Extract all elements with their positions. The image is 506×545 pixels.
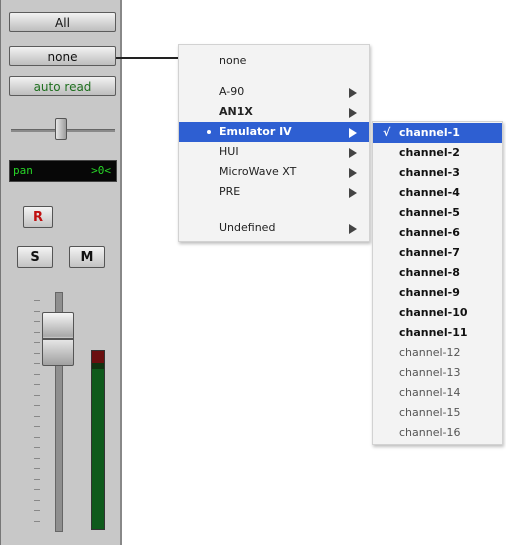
submenu-item-channel[interactable]: √ channel-1 — [373, 123, 502, 143]
submenu-arrow-icon — [349, 224, 357, 234]
submenu-item-label: channel-5 — [399, 206, 460, 219]
submenu-item-channel[interactable]: channel-5 — [373, 203, 502, 223]
fader-scale-tick — [34, 520, 40, 522]
fader-scale-tick — [34, 342, 40, 343]
fader-scale-tick — [34, 499, 40, 501]
submenu-item-channel[interactable]: channel-3 — [373, 163, 502, 183]
menu-item-an1x[interactable]: AN1X — [179, 102, 369, 122]
fader-scale-tick — [34, 384, 40, 385]
automation-mode-button[interactable]: auto read — [9, 76, 116, 96]
submenu-item-channel[interactable]: channel-10 — [373, 303, 502, 323]
submenu-item-label: channel-2 — [399, 146, 460, 159]
submenu-item-label: channel-3 — [399, 166, 460, 179]
pan-label: pan — [13, 164, 33, 177]
fader-scale-tick — [34, 436, 40, 438]
submenu-arrow-icon — [349, 108, 357, 118]
channel-strip: All none auto read pan >0< R S M — [0, 0, 122, 545]
submenu-item-channel[interactable]: channel-4 — [373, 183, 502, 203]
submenu-item-label: channel-4 — [399, 186, 460, 199]
pan-value: >0< — [91, 164, 111, 177]
fader-scale-tick — [34, 489, 40, 490]
fader-scale-tick — [34, 321, 40, 322]
level-meter — [91, 350, 105, 530]
submenu-item-label: channel-12 — [399, 346, 461, 359]
submenu-item-channel[interactable]: channel-16 — [373, 423, 502, 443]
fader-scale-tick — [34, 300, 40, 301]
menu-item-pre[interactable]: PRE — [179, 182, 369, 202]
fader-scale-tick — [34, 352, 40, 354]
submenu-item-label: channel-7 — [399, 246, 460, 259]
submenu-item-channel[interactable]: channel-12 — [373, 343, 502, 363]
clip-indicator — [92, 351, 104, 363]
midi-output-menu: none A-90 AN1X Emulator IV HUI MicroWave… — [178, 44, 370, 242]
submenu-arrow-icon — [349, 88, 357, 98]
mute-button[interactable]: M — [69, 246, 105, 268]
submenu-item-label: channel-10 — [399, 306, 468, 319]
pan-slider-knob[interactable] — [55, 118, 67, 140]
selected-dot-icon — [207, 130, 211, 134]
fader-scale-tick — [34, 394, 40, 396]
submenu-item-label: channel-11 — [399, 326, 468, 339]
submenu-item-label: channel-16 — [399, 426, 461, 439]
submenu-item-channel[interactable]: channel-14 — [373, 383, 502, 403]
level-meter-fill — [92, 369, 104, 529]
channel-submenu: √ channel-1 channel-2 channel-3 channel-4 cha… — [372, 121, 503, 445]
submenu-item-channel[interactable]: channel-13 — [373, 363, 502, 383]
submenu-item-label: channel-15 — [399, 406, 461, 419]
fader-scale-tick — [34, 363, 40, 364]
submenu-item-label: channel-1 — [399, 126, 460, 139]
submenu-item-channel[interactable]: channel-8 — [373, 263, 502, 283]
submenu-arrow-icon — [349, 188, 357, 198]
submenu-item-channel[interactable]: channel-7 — [373, 243, 502, 263]
submenu-item-channel[interactable]: channel-11 — [373, 323, 502, 343]
checkmark-icon: √ — [383, 126, 391, 139]
menu-item-none[interactable]: none — [179, 51, 369, 71]
volume-fader-handle[interactable] — [42, 312, 74, 366]
submenu-item-label: channel-14 — [399, 386, 461, 399]
fader-scale-tick — [34, 331, 40, 333]
submenu-item-channel[interactable]: channel-15 — [373, 403, 502, 423]
fader-scale-tick — [34, 510, 40, 511]
submenu-item-label: channel-6 — [399, 226, 460, 239]
fader-scale-tick — [34, 447, 40, 448]
menu-item-emulator-iv[interactable]: Emulator IV — [179, 122, 369, 142]
fader-scale-tick — [34, 426, 40, 427]
fader-scale-tick — [34, 373, 40, 375]
submenu-item-channel[interactable]: channel-6 — [373, 223, 502, 243]
menu-item-hui[interactable]: HUI — [179, 142, 369, 162]
menu-item-microwave-xt[interactable]: MicroWave XT — [179, 162, 369, 182]
menu-item-a-90[interactable]: A-90 — [179, 82, 369, 102]
fader-scale-tick — [34, 310, 40, 312]
submenu-item-label: channel-9 — [399, 286, 460, 299]
menu-item-undefined[interactable]: Undefined — [179, 218, 369, 238]
submenu-arrow-icon — [349, 168, 357, 178]
fader-scale-tick — [34, 415, 40, 417]
submenu-item-label: channel-8 — [399, 266, 460, 279]
midi-output-selector[interactable]: none — [9, 46, 116, 66]
submenu-item-channel[interactable]: channel-2 — [373, 143, 502, 163]
submenu-arrow-icon — [349, 128, 357, 138]
pan-display: pan >0< — [9, 160, 117, 182]
all-button[interactable]: All — [9, 12, 116, 32]
fader-scale-tick — [34, 478, 40, 480]
submenu-arrow-icon — [349, 148, 357, 158]
fader-scale-tick — [34, 468, 40, 469]
solo-button[interactable]: S — [17, 246, 53, 268]
fader-scale-tick — [34, 405, 40, 406]
record-enable-button[interactable]: R — [23, 206, 53, 228]
fader-scale-tick — [34, 457, 40, 459]
submenu-item-channel[interactable]: channel-9 — [373, 283, 502, 303]
submenu-item-label: channel-13 — [399, 366, 461, 379]
